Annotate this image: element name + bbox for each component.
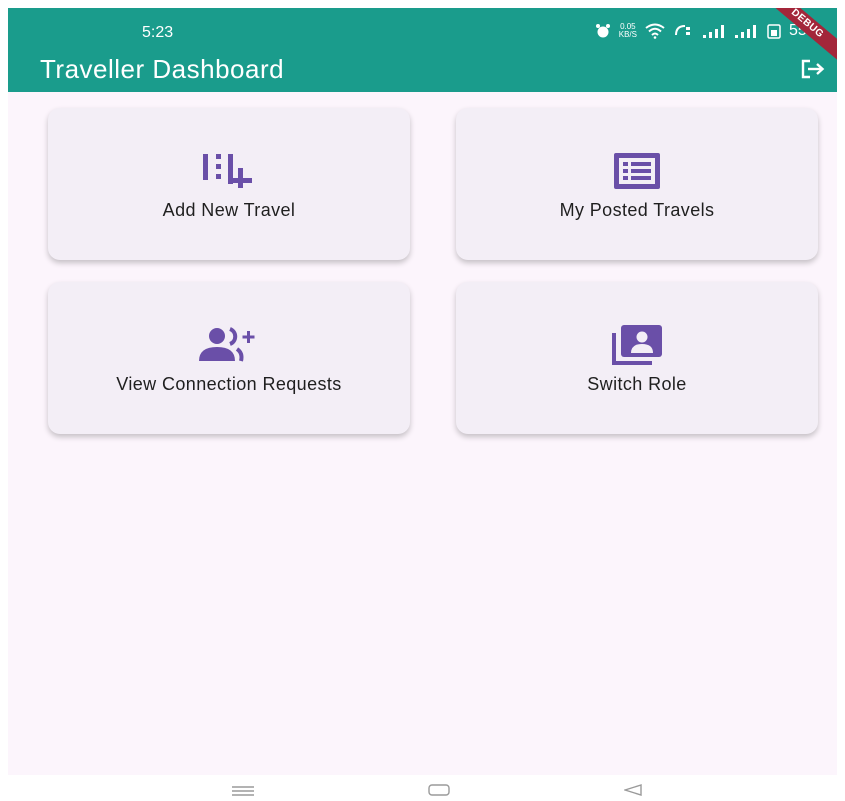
group-add-icon	[199, 322, 259, 368]
alarm-icon	[595, 24, 610, 38]
signal-icon-2	[734, 25, 756, 38]
switch-role-card[interactable]: Switch Role	[456, 282, 818, 434]
add-new-travel-card[interactable]: Add New Travel	[48, 108, 410, 260]
battery-icon	[767, 24, 781, 39]
add-new-travel-label: Add New Travel	[162, 200, 296, 220]
view-connection-requests-label: View Connection Requests	[116, 374, 342, 394]
switch-role-label: Switch Role	[587, 374, 687, 394]
signal-icon-1	[702, 25, 724, 38]
system-nav-bar	[0, 775, 845, 800]
status-time: 5:23	[142, 24, 174, 41]
view-connection-requests-card[interactable]: View Connection Requests	[48, 282, 410, 434]
list-alt-icon	[614, 148, 660, 194]
back-icon	[622, 784, 642, 796]
menu-button[interactable]	[232, 783, 254, 801]
home-button[interactable]	[428, 783, 450, 801]
logout-button[interactable]	[797, 54, 829, 84]
menu-icon	[232, 786, 254, 796]
status-icons: 0.05 KB/S	[595, 22, 821, 40]
network-speed-unit: KB/S	[618, 30, 637, 39]
my-posted-travels-card[interactable]: My Posted Travels	[456, 108, 818, 260]
app-bar: 5:23 0.05 KB/S DEBUG Traveller Dashboard	[8, 8, 837, 92]
back-button[interactable]	[622, 783, 642, 801]
my-posted-travels-label: My Posted Travels	[559, 200, 715, 220]
switch-account-icon	[612, 322, 662, 368]
app-screen: 5:23 0.05 KB/S DEBUG Traveller Dashboard…	[8, 8, 837, 775]
wifi-icon	[645, 23, 665, 39]
playlist-add-icon	[203, 148, 255, 194]
volte-icon	[674, 25, 690, 36]
home-icon	[428, 784, 450, 796]
page-title: Traveller Dashboard	[40, 54, 285, 84]
logout-icon	[801, 59, 825, 79]
network-speed: 0.05 KB/S	[619, 23, 637, 39]
